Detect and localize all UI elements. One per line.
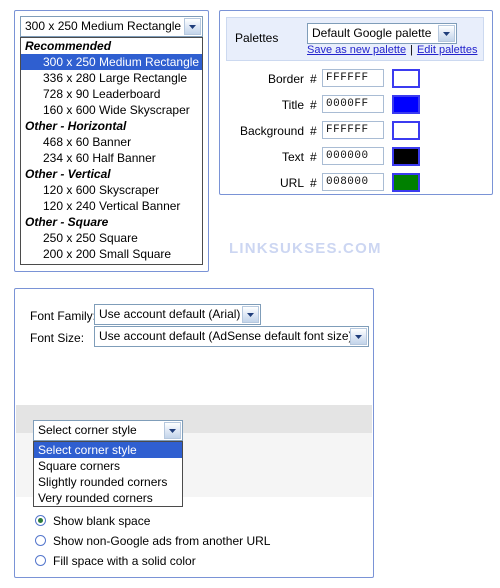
list-item[interactable]: Very rounded corners (34, 490, 182, 506)
hex-input[interactable]: 0000FF (322, 95, 384, 113)
palettes-label: Palettes (235, 31, 279, 45)
radio-show-non-google-ads[interactable]: Show non-Google ads from another URL (35, 533, 270, 549)
palette-panel: Palettes Default Google palette Save as … (219, 10, 493, 195)
color-row-background: Background # FFFFFF (226, 121, 484, 143)
font-family-label: Font Family: (30, 309, 97, 323)
hash-symbol: # (310, 72, 317, 86)
chevron-down-icon[interactable] (184, 18, 201, 35)
palette-select-value: Default Google palette (312, 26, 432, 40)
color-row-label: Title (281, 98, 304, 112)
font-size-label: Font Size: (30, 331, 85, 345)
list-item[interactable]: 200 x 200 Small Square (21, 246, 202, 262)
list-item[interactable]: 468 x 60 Banner (21, 134, 202, 150)
list-item[interactable]: 120 x 240 Vertical Banner (21, 198, 202, 214)
list-item[interactable]: 120 x 600 Skyscraper (21, 182, 202, 198)
hex-input[interactable]: FFFFFF (322, 121, 384, 139)
corner-style-select[interactable]: Select corner style (33, 420, 183, 441)
hash-symbol: # (310, 98, 317, 112)
list-group-header: Other - Square (25, 215, 109, 229)
list-item[interactable]: 250 x 250 Square (21, 230, 202, 246)
palettes-row: Palettes Default Google palette Save as … (226, 17, 484, 61)
hex-input[interactable]: FFFFFF (322, 69, 384, 87)
hash-symbol: # (310, 176, 317, 190)
list-item[interactable]: 160 x 600 Wide Skyscraper (21, 102, 202, 118)
color-swatch[interactable] (392, 147, 420, 166)
list-group-header: Other - Vertical (25, 167, 111, 181)
hash-symbol: # (310, 124, 317, 138)
list-group-header: Recommended (25, 39, 112, 53)
list-item[interactable]: Slightly rounded corners (34, 474, 182, 490)
link-separator: | (410, 44, 413, 56)
list-item[interactable]: Square corners (34, 458, 182, 474)
ad-size-panel: 300 x 250 Medium Rectangle Recommended 3… (14, 10, 209, 272)
color-row-border: Border # FFFFFF (226, 69, 484, 91)
color-swatch[interactable] (392, 95, 420, 114)
list-group-header: Other - Horizontal (25, 119, 127, 133)
hex-input[interactable]: 000000 (322, 147, 384, 165)
screenshot-root: 300 x 250 Medium Rectangle Recommended 3… (0, 0, 500, 588)
color-row-label: URL (279, 176, 304, 190)
radio-fill-solid-color[interactable]: Fill space with a solid color (35, 553, 196, 569)
edit-palettes-link[interactable]: Edit palettes (417, 44, 478, 56)
hex-input[interactable]: 008000 (322, 173, 384, 191)
corner-style-value: Select corner style (38, 423, 137, 437)
radio-label: Show non-Google ads from another URL (53, 534, 271, 548)
color-swatch[interactable] (392, 121, 420, 140)
list-item[interactable]: 300 x 250 Medium Rectangle (21, 54, 202, 70)
font-family-value: Use account default (Arial) (99, 307, 241, 321)
watermark-text: LINKSUKSES.COM (229, 240, 382, 257)
font-size-value: Use account default (AdSense default fon… (99, 329, 353, 343)
list-item[interactable]: 336 x 280 Large Rectangle (21, 70, 202, 86)
corner-style-option-list[interactable]: Select corner style Square corners Sligh… (33, 441, 183, 507)
radio-show-blank-space[interactable]: Show blank space (35, 513, 150, 529)
color-row-text: Text # 000000 (226, 147, 484, 169)
radio-icon[interactable] (35, 535, 46, 546)
font-family-select[interactable]: Use account default (Arial) (94, 304, 261, 325)
ad-size-select[interactable]: 300 x 250 Medium Rectangle (20, 16, 203, 37)
color-swatch[interactable] (392, 173, 420, 192)
color-row-label: Border (267, 72, 304, 86)
radio-label: Show blank space (53, 514, 151, 528)
palette-links: Save as new palette | Edit palettes (307, 44, 477, 56)
color-row-label: Background (239, 124, 304, 138)
color-row-label: Text (281, 150, 304, 164)
ad-size-select-value: 300 x 250 Medium Rectangle (25, 19, 182, 33)
chevron-down-icon[interactable] (438, 25, 455, 42)
chevron-down-icon[interactable] (242, 306, 259, 323)
color-swatch[interactable] (392, 69, 420, 88)
ad-size-option-list[interactable]: Recommended 300 x 250 Medium Rectangle 3… (20, 37, 203, 265)
list-item[interactable]: 180 x 150 Small Rectangle (21, 262, 202, 264)
save-as-new-palette-link[interactable]: Save as new palette (307, 44, 406, 56)
list-item[interactable]: 728 x 90 Leaderboard (21, 86, 202, 102)
radio-icon[interactable] (35, 555, 46, 566)
radio-icon[interactable] (35, 515, 46, 526)
color-row-url: URL # 008000 (226, 173, 484, 195)
font-and-corner-panel: Font Family: Use account default (Arial)… (14, 288, 374, 578)
font-size-select[interactable]: Use account default (AdSense default fon… (94, 326, 369, 347)
color-row-title: Title # 0000FF (226, 95, 484, 117)
chevron-down-icon[interactable] (350, 328, 367, 345)
radio-label: Fill space with a solid color (53, 554, 196, 568)
list-item[interactable]: 234 x 60 Half Banner (21, 150, 202, 166)
palette-select[interactable]: Default Google palette (307, 23, 457, 44)
list-item[interactable]: Select corner style (34, 442, 182, 458)
chevron-down-icon[interactable] (164, 422, 181, 439)
hash-symbol: # (310, 150, 317, 164)
